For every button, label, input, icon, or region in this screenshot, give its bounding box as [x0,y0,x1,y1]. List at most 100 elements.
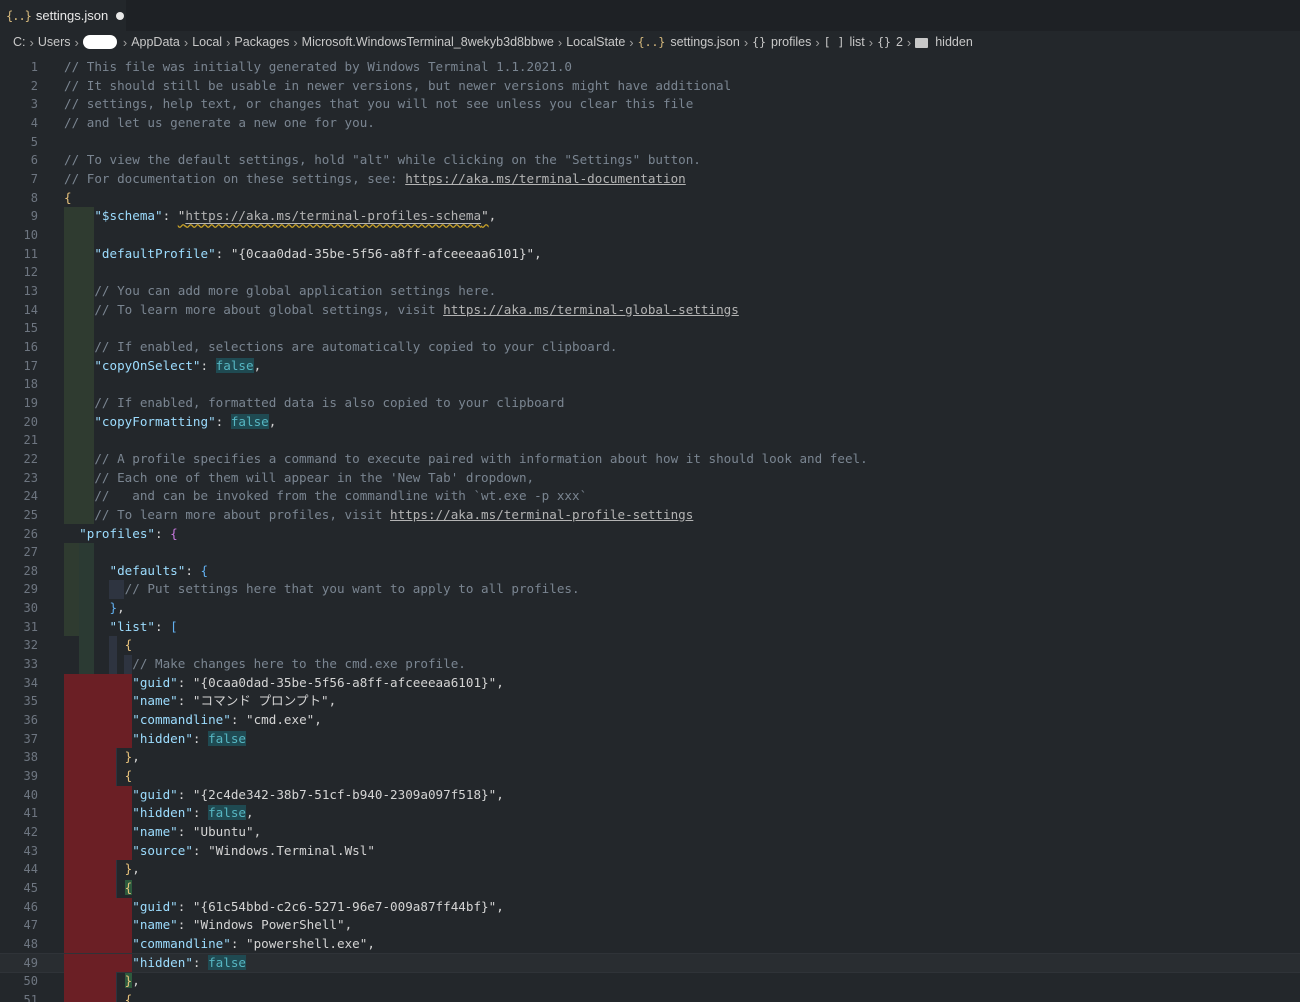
code-text[interactable]: "copyOnSelect": false, [64,357,261,376]
code-text[interactable]: { [64,767,133,786]
breadcrumb-index[interactable]: {} 2 [877,35,903,49]
code-line[interactable]: 4 // and let us generate a new one for yo… [0,114,1300,133]
code-line[interactable]: 5 [0,133,1300,152]
breadcrumb-packages[interactable]: Packages [234,35,289,49]
code-text[interactable]: // and let us generate a new one for you… [64,114,375,133]
code-line[interactable]: 21 [0,431,1300,450]
breadcrumb-list[interactable]: [ ] list [824,35,865,49]
code-text[interactable]: }, [64,972,140,991]
code-line[interactable]: 29 // Put settings here that you want to… [0,580,1300,600]
code-line[interactable]: 22 // A profile specifies a command to e… [0,449,1300,469]
tab-settings-json[interactable]: {..} settings.json [0,0,126,31]
code-line[interactable]: 45 { [0,879,1300,898]
code-line[interactable]: 2 // It should still be usable in newer v… [0,77,1300,96]
code-line[interactable]: 50 }, [0,972,1300,991]
code-line[interactable]: 37 "hidden": false [0,729,1300,749]
code-line[interactable]: 33 // Make changes here to the cmd.exe p… [0,655,1300,674]
code-line[interactable]: 44 }, [0,860,1300,880]
code-text[interactable]: // For documentation on these settings, … [64,170,686,189]
code-line[interactable]: 6 // To view the default settings, hold "… [0,151,1300,170]
code-text[interactable]: // To view the default settings, hold "a… [64,151,701,170]
code-text[interactable]: { [64,636,133,655]
code-line[interactable]: 28 "defaults": { [0,561,1300,581]
code-line[interactable]: 42 "name": "Ubuntu", [0,823,1300,842]
code-line[interactable]: 30 }, [0,599,1300,618]
code-line[interactable]: 15 [0,319,1300,338]
code-line[interactable]: 11 "defaultProfile": "{0caa0dad-35be-5f5… [0,244,1300,264]
code-text[interactable]: "name": "コマンド プロンプト", [64,692,336,711]
code-text[interactable]: "defaultProfile": "{0caa0dad-35be-5f56-a… [64,245,541,264]
code-line[interactable]: 48 "commandline": "powershell.exe", [0,935,1300,954]
code-line[interactable]: 10 [0,225,1300,245]
code-text[interactable]: // A profile specifies a command to exec… [64,450,867,469]
code-line[interactable]: 36 "commandline": "cmd.exe", [0,711,1300,730]
breadcrumb-hidden[interactable]: hidden [915,35,973,49]
code-text[interactable]: // You can add more global application s… [64,282,496,301]
code-text[interactable]: "list": [ [64,618,178,637]
code-text[interactable]: "hidden": false [64,954,247,973]
breadcrumb-appdata[interactable]: AppData [131,35,180,49]
unsaved-dot-icon[interactable] [116,11,125,20]
code-line[interactable]: 34 "guid": "{0caa0dad-35be-5f56-a8ff-afc… [0,673,1300,693]
code-line[interactable]: 9 "$schema": "https://aka.ms/terminal-pr… [0,207,1300,226]
code-text[interactable]: // If enabled, selections are automatica… [64,338,617,357]
code-line[interactable]: 18 [0,375,1300,394]
code-text[interactable]: "defaults": { [64,562,209,581]
code-text[interactable]: "hidden": false, [64,804,254,823]
code-line[interactable]: 43 "source": "Windows.Terminal.Wsl" [0,841,1300,861]
code-line[interactable]: 47 "name": "Windows PowerShell", [0,916,1300,936]
code-text[interactable]: "guid": "{0caa0dad-35be-5f56-a8ff-afceee… [64,674,504,693]
code-text[interactable]: // To learn more about profiles, visit h… [64,506,693,525]
code-line[interactable]: 46 "guid": "{61c54bbd-c2c6-5271-96e7-009… [0,897,1300,917]
code-text[interactable]: { [64,991,133,1002]
code-text[interactable]: "hidden": false [64,730,247,749]
code-text[interactable]: // Put settings here that you want to ap… [64,580,580,599]
code-line[interactable]: 40 "guid": "{2c4de342-38b7-51cf-b940-230… [0,785,1300,805]
code-text[interactable]: }, [64,748,140,767]
code-text[interactable]: "source": "Windows.Terminal.Wsl" [64,842,375,861]
code-text[interactable]: // and can be invoked from the commandli… [64,487,587,506]
breadcrumb-local[interactable]: Local [192,35,222,49]
code-line[interactable]: 25 // To learn more about profiles, visi… [0,505,1300,525]
code-text[interactable]: // It should still be usable in newer ve… [64,77,731,96]
code-line[interactable]: 49 "hidden": false [0,952,1300,974]
code-line[interactable]: 8{ [0,189,1300,208]
code-text[interactable]: "guid": "{2c4de342-38b7-51cf-b940-2309a0… [64,786,504,805]
code-text[interactable]: "name": "Ubuntu", [64,823,261,842]
code-line[interactable]: 35 "name": "コマンド プロンプト", [0,692,1300,712]
breadcrumb-localstate[interactable]: LocalState [566,35,625,49]
code-text[interactable]: }, [64,860,140,879]
code-line[interactable]: 51 { [0,991,1300,1002]
code-line[interactable]: 1 // This file was initially generated by… [0,58,1300,77]
code-text[interactable]: "guid": "{61c54bbd-c2c6-5271-96e7-009a87… [64,898,504,917]
code-line[interactable]: 39 { [0,767,1300,786]
code-line[interactable]: 17 "copyOnSelect": false, [0,356,1300,376]
code-text[interactable]: // settings, help text, or changes that … [64,95,693,114]
code-line[interactable]: 3 // settings, help text, or changes that… [0,95,1300,114]
code-text[interactable]: // Each one of them will appear in the '… [64,469,534,488]
breadcrumb-users[interactable]: Users [38,35,71,49]
code-line[interactable]: 12 [0,263,1300,282]
breadcrumb-file[interactable]: {..} settings.json [638,35,740,49]
code-line[interactable]: 31 "list": [ [0,617,1300,637]
code-text[interactable]: "name": "Windows PowerShell", [64,916,352,935]
breadcrumb-profiles[interactable]: {} profiles [752,35,811,49]
breadcrumb-package[interactable]: Microsoft.WindowsTerminal_8wekyb3d8bbwe [302,35,554,49]
code-text[interactable]: "profiles": { [64,525,178,544]
breadcrumb-drive[interactable]: C: [13,35,26,49]
code-line[interactable]: 13 // You can add more global applicatio… [0,281,1300,301]
code-line[interactable]: 32 { [0,636,1300,656]
code-line[interactable]: 41 "hidden": false, [0,804,1300,824]
code-text[interactable]: }, [64,599,125,618]
code-text[interactable]: // To learn more about global settings, … [64,301,738,320]
code-text[interactable]: // Make changes here to the cmd.exe prof… [64,655,466,674]
code-text[interactable]: "$schema": "https://aka.ms/terminal-prof… [64,207,496,226]
code-text[interactable]: { [64,189,72,208]
code-line[interactable]: 38 }, [0,748,1300,768]
code-text[interactable]: "commandline": "cmd.exe", [64,711,322,730]
code-text[interactable]: "copyFormatting": false, [64,413,276,432]
code-editor[interactable]: 1 // This file was initially generated by… [0,53,1300,1002]
code-line[interactable]: 26 "profiles": { [0,525,1300,544]
code-text[interactable]: // If enabled, formatted data is also co… [64,394,564,413]
code-line[interactable]: 19 // If enabled, formatted data is also… [0,393,1300,413]
